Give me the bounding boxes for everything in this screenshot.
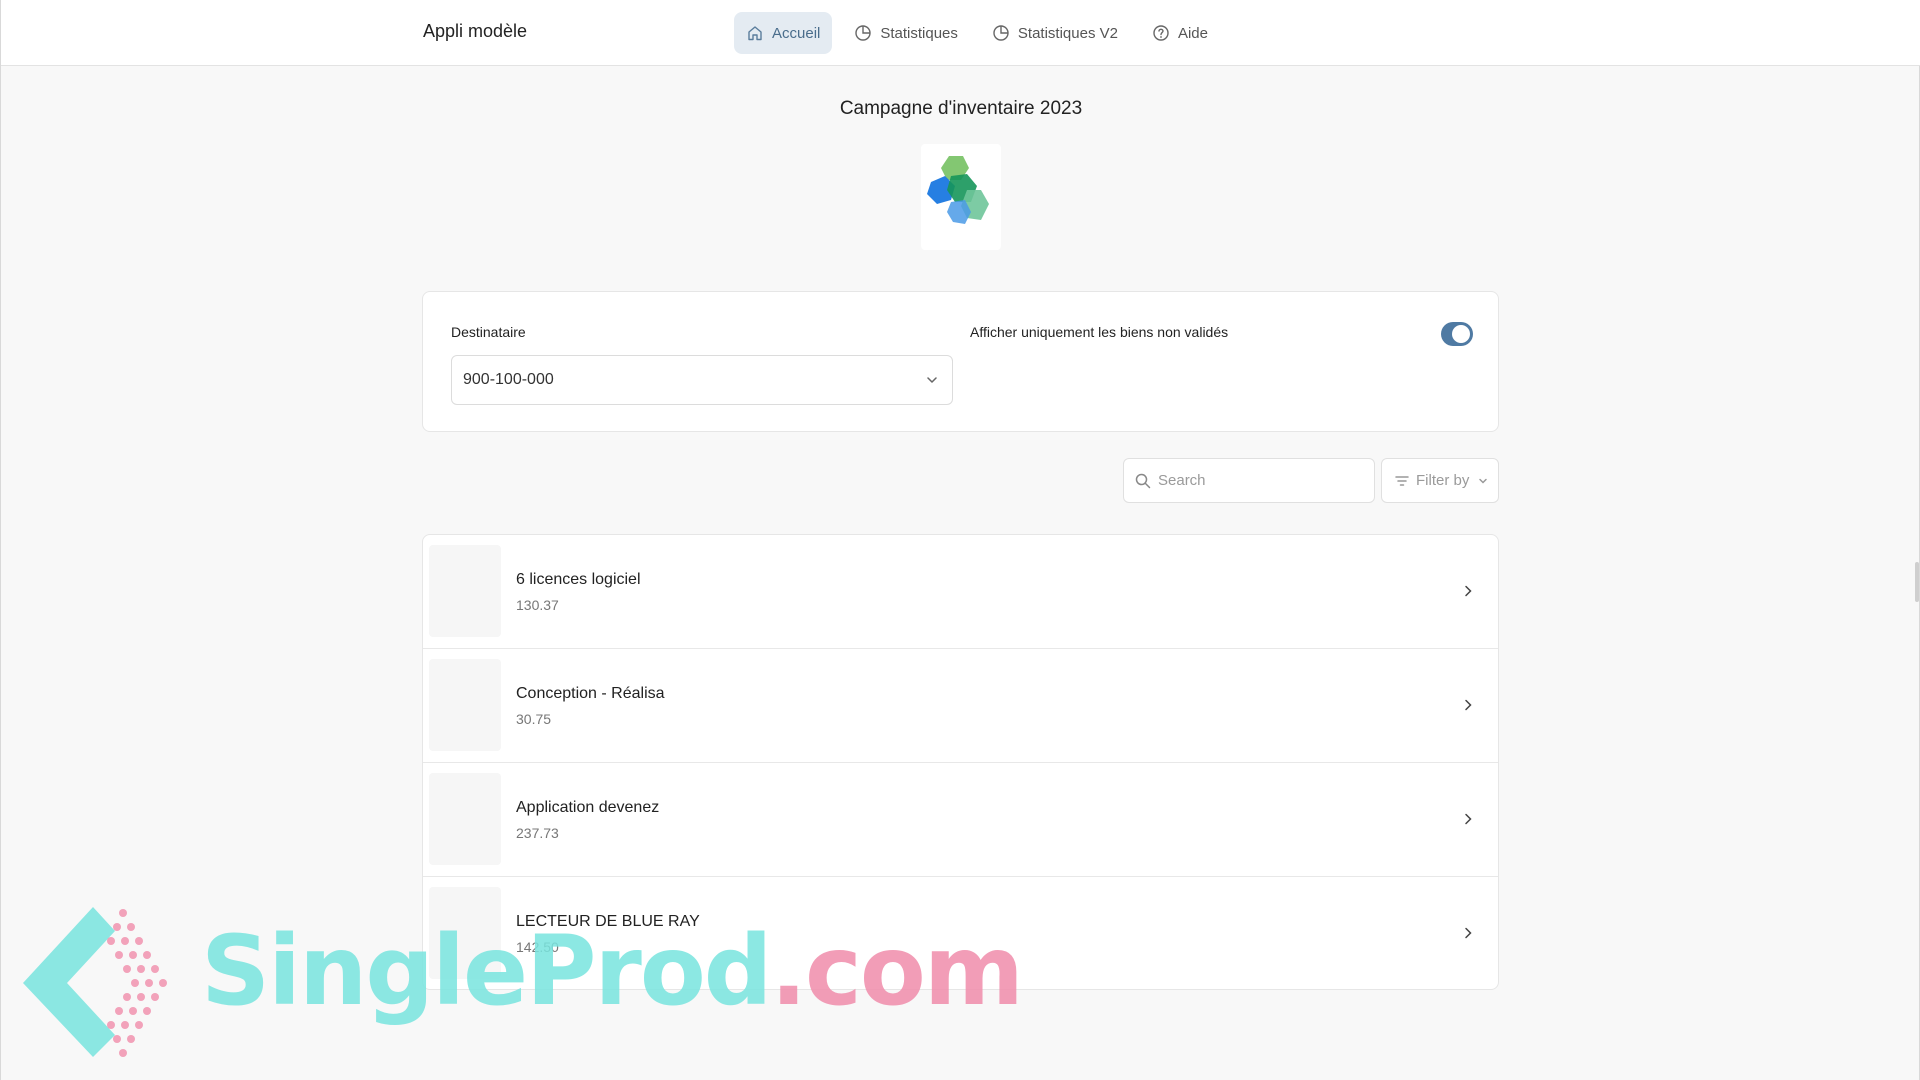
singleprod-watermark: SingleProd.com [23,905,1024,1060]
side-panel-handle[interactable] [1915,562,1919,602]
item-value: 30.75 [516,711,552,727]
item-title: Conception - Réalisa [516,685,665,702]
item-value: 130.37 [516,597,559,613]
app-title[interactable]: Appli modèle [423,21,527,42]
item-title: Application devenez [516,799,660,816]
recipient-label: Destinataire [451,324,526,340]
page-title: Campagne d'inventaire 2023 [839,98,1083,119]
search-input[interactable] [1158,472,1358,489]
help-circle-icon [1152,24,1170,42]
nav-item-statistiques[interactable]: Statistiques [842,12,970,54]
pie-chart-icon [992,24,1010,42]
nav-item-label: Aide [1177,24,1208,42]
item-thumbnail [429,659,501,751]
main-nav: Accueil Statistiques Statistiques V2 Aid… [734,12,1220,54]
list-item[interactable]: Conception - Réalisa 30.75 [423,649,1498,763]
pie-chart-icon [854,24,872,42]
search-box [1123,458,1375,503]
nav-item-accueil[interactable]: Accueil [734,12,833,54]
nav-item-statistiques-v2[interactable]: Statistiques V2 [980,12,1130,54]
toggle-label: Afficher uniquement les biens non validé… [970,324,1229,340]
item-title: 6 licences logiciel [516,571,641,588]
home-icon [746,24,764,42]
item-thumbnail [429,545,501,637]
nav-item-label: Accueil [772,24,821,42]
search-icon [1134,472,1152,490]
filter-by-dropdown[interactable]: Filter by [1381,458,1499,503]
recipient-select[interactable]: 900-100-000 [451,355,953,405]
top-navigation-bar: Appli modèle Accueil Statistiques Statis… [1,0,1920,66]
hexagon-cubes-logo [921,144,1001,250]
item-value: 237.73 [516,825,559,841]
toggle-knob [1452,325,1470,343]
chevron-right-icon [1460,697,1476,713]
watermark-logo-icon [23,907,167,1057]
app-window: Appli modèle Accueil Statistiques Statis… [0,0,1920,1080]
filter-card: Destinataire 900-100-000 Afficher unique… [422,291,1499,432]
list-item[interactable]: 6 licences logiciel 130.37 [423,535,1498,649]
chevron-right-icon [1460,925,1476,941]
chevron-down-icon [924,372,940,388]
nav-item-label: Statistiques V2 [1017,24,1118,42]
filter-by-label: Filter by [1416,472,1470,489]
recipient-value: 900-100-000 [463,371,554,388]
nav-item-label: Statistiques [880,24,958,42]
chevron-right-icon [1460,583,1476,599]
item-thumbnail [429,773,501,865]
filter-icon [1394,473,1410,489]
watermark-text: SingleProd.com [201,915,1024,1027]
chevron-down-icon [1475,473,1491,489]
chevron-right-icon [1460,811,1476,827]
nav-item-aide[interactable]: Aide [1140,12,1220,54]
list-item[interactable]: Application devenez 237.73 [423,763,1498,877]
unvalidated-only-toggle[interactable] [1441,322,1473,346]
